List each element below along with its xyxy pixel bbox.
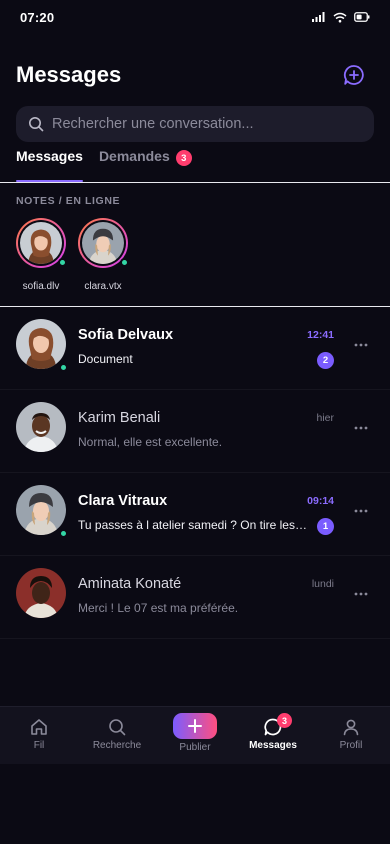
nav-search[interactable]: Recherche xyxy=(78,707,156,751)
search-bar[interactable] xyxy=(16,106,374,142)
ellipsis-icon xyxy=(354,343,368,347)
nav-label: Profil xyxy=(339,740,363,751)
unread-count-badge: 1 xyxy=(317,518,334,535)
note-item[interactable]: clara.vtx xyxy=(78,218,129,292)
message-preview: Normal, elle est excellente. xyxy=(78,435,223,449)
more-options-button[interactable] xyxy=(354,418,368,438)
notes-section-label: NOTES / EN LIGNE xyxy=(16,195,121,207)
avatar xyxy=(16,485,66,535)
note-username: sofia.dlv xyxy=(22,281,60,292)
ellipsis-icon xyxy=(354,592,368,596)
story-ring xyxy=(16,218,67,268)
tab-label: Messages xyxy=(16,148,83,164)
avatar-wrapper xyxy=(16,319,68,372)
nav-messages[interactable]: 3 Messages xyxy=(234,707,312,751)
message-plus-icon xyxy=(343,65,364,85)
nav-label: Messages xyxy=(249,740,297,751)
conversation-item[interactable]: Aminata Konaté Merci ! Le 07 est ma préf… xyxy=(0,556,390,639)
online-indicator xyxy=(58,258,67,267)
nav-profile[interactable]: Profil xyxy=(312,707,390,751)
unread-count-badge: 2 xyxy=(317,352,334,369)
status-time: 07:20 xyxy=(20,9,55,25)
nav-feed[interactable]: Fil xyxy=(0,707,78,751)
avatar-wrapper xyxy=(16,568,66,618)
avatar xyxy=(16,319,66,369)
note-username: clara.vtx xyxy=(84,281,122,292)
avatar-wrapper xyxy=(16,485,68,538)
contact-name: Karim Benali xyxy=(78,410,161,426)
publish-button[interactable] xyxy=(173,713,217,739)
bottom-nav: Fil Recherche Publier 3 Messages Profil xyxy=(0,706,390,764)
home-icon xyxy=(31,719,47,735)
plus-icon xyxy=(188,719,202,733)
nav-publish[interactable]: Publier xyxy=(156,707,234,753)
notes-row: sofia.dlv clara.vtx xyxy=(16,218,129,292)
message-preview: Tu passes à l atelier samedi ? On tire l… xyxy=(78,518,308,532)
message-time: 12:41 xyxy=(307,329,334,341)
more-options-button[interactable] xyxy=(354,335,368,355)
message-time: 09:14 xyxy=(307,495,334,507)
note-item[interactable]: sofia.dlv xyxy=(16,218,67,292)
search-input[interactable] xyxy=(52,116,352,132)
contact-name: Aminata Konaté xyxy=(78,576,182,592)
tab-label: Demandes xyxy=(98,148,170,164)
avatar xyxy=(82,222,124,264)
status-icons xyxy=(312,12,370,23)
page-title: Messages xyxy=(16,62,122,87)
contact-name: Clara Vitraux xyxy=(78,493,168,509)
message-preview: Merci ! Le 07 est ma préférée. xyxy=(78,601,239,615)
row-separator xyxy=(0,638,390,639)
ellipsis-icon xyxy=(354,426,368,430)
tab-bar: Messages Demandes 3 xyxy=(16,148,192,182)
battery-icon xyxy=(354,12,370,22)
new-message-button[interactable] xyxy=(340,61,368,89)
more-options-button[interactable] xyxy=(354,501,368,521)
nav-label: Recherche xyxy=(92,740,142,751)
message-preview: Document xyxy=(78,352,133,366)
requests-badge: 3 xyxy=(175,150,192,166)
search-icon xyxy=(29,117,44,132)
tab-requests[interactable]: Demandes 3 xyxy=(99,148,192,182)
message-time: hier xyxy=(316,412,334,424)
conversation-item[interactable]: Sofia Delvaux Document 12:41 2 xyxy=(0,307,390,390)
more-options-button[interactable] xyxy=(354,584,368,604)
avatar-wrapper xyxy=(16,402,66,452)
conversation-item[interactable]: Karim Benali Normal, elle est excellente… xyxy=(0,390,390,473)
tab-messages[interactable]: Messages xyxy=(16,148,83,182)
online-indicator xyxy=(120,258,129,267)
online-indicator xyxy=(59,529,68,538)
messages-badge: 3 xyxy=(277,713,292,728)
wifi-icon xyxy=(333,12,347,22)
user-icon xyxy=(343,719,359,736)
status-bar: 07:20 xyxy=(0,0,390,34)
contact-name: Sofia Delvaux xyxy=(78,327,174,343)
ellipsis-icon xyxy=(354,509,368,513)
nav-label: Fil xyxy=(33,740,45,751)
avatar xyxy=(16,402,66,452)
story-ring xyxy=(78,218,129,268)
avatar xyxy=(20,222,62,264)
online-indicator xyxy=(59,363,68,372)
search-icon xyxy=(109,719,126,736)
nav-label: Publier xyxy=(179,742,211,753)
avatar xyxy=(16,568,66,618)
signal-icon xyxy=(312,12,325,22)
message-time: lundi xyxy=(311,578,334,590)
header: Messages xyxy=(16,58,374,92)
conversation-item[interactable]: Clara Vitraux Tu passes à l atelier same… xyxy=(0,473,390,556)
divider xyxy=(0,182,390,183)
